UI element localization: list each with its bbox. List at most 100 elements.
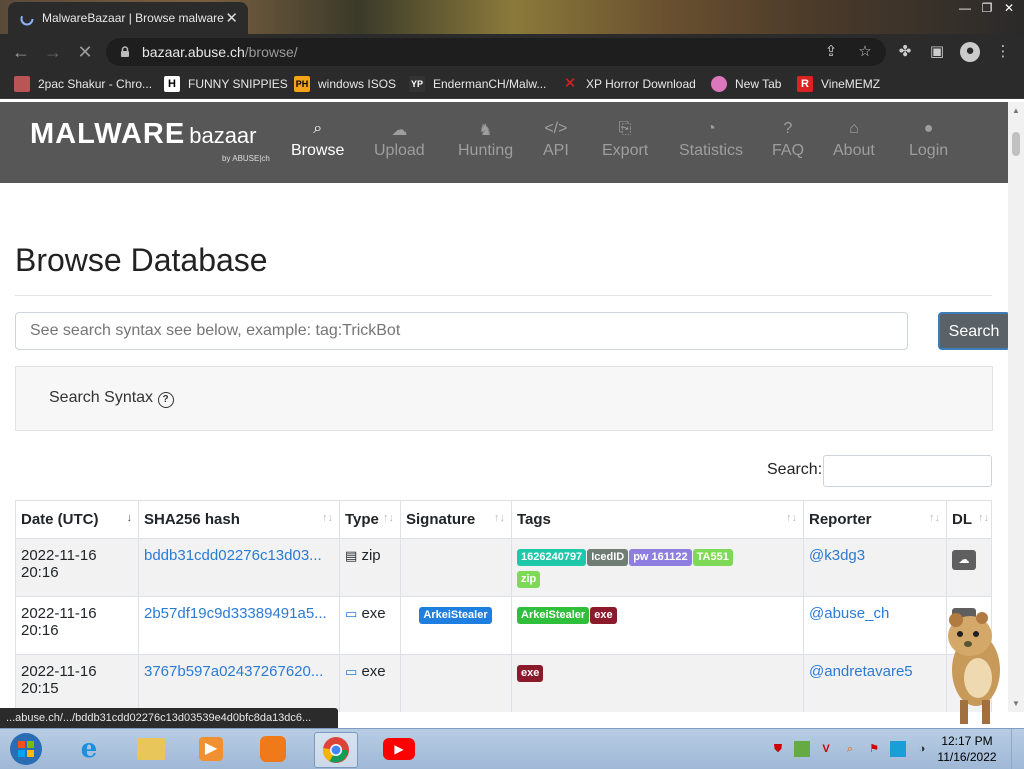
question-icon: ?: [783, 120, 793, 137]
table-row[interactable]: 2022-11-16 20:15 3767b597a02437267620... …: [15, 654, 992, 712]
forward-arrow-icon[interactable]: →: [42, 42, 64, 62]
column-header-signature[interactable]: Signature ↑↓: [400, 500, 512, 539]
taskbar-explorer[interactable]: [130, 732, 172, 766]
scroll-down-arrow-icon[interactable]: ▼: [1012, 699, 1020, 708]
type-text: zip: [361, 547, 381, 564]
share-icon[interactable]: ⇪: [822, 43, 840, 61]
bookmark-star-icon[interactable]: ☆: [856, 43, 874, 61]
back-arrow-icon[interactable]: ←: [10, 42, 32, 62]
bookmark-item[interactable]: New Tab: [711, 75, 781, 93]
side-panel-icon[interactable]: ▣: [928, 43, 946, 61]
minimize-icon[interactable]: —: [954, 0, 976, 16]
tags-cell: 1626240797 IcedID pw 161122 TA551 zip: [511, 538, 804, 597]
nav-about[interactable]: ⌂ About: [833, 120, 875, 160]
column-header-date[interactable]: Date (UTC) ↓: [15, 500, 139, 539]
youtube-icon: ▶: [383, 738, 415, 760]
search-syntax-panel[interactable]: Search Syntax ?: [15, 366, 993, 431]
tab-close-icon[interactable]: ✕: [225, 9, 238, 27]
maximize-icon[interactable]: ❐: [976, 0, 998, 16]
cloud-download-icon[interactable]: ☁: [952, 550, 976, 570]
flag-icon[interactable]: ⚑: [866, 741, 882, 757]
column-header-reporter[interactable]: Reporter ↑↓: [803, 500, 947, 539]
bookmark-item[interactable]: PH windows ISOS: [294, 75, 396, 93]
nav-browse[interactable]: ⌕ Browse: [291, 120, 344, 160]
tag-badge[interactable]: IcedID: [587, 549, 629, 566]
bookmark-item[interactable]: YP EndermanCH/Malw...: [409, 75, 546, 93]
menu-kebab-icon[interactable]: ⋮: [994, 43, 1012, 61]
column-header-dl[interactable]: DL ↑↓: [946, 500, 992, 539]
nav-login[interactable]: ● Login: [909, 120, 948, 160]
nav-hunting[interactable]: ♞ Hunting: [458, 120, 513, 160]
shield-icon[interactable]: ⛊: [770, 741, 786, 757]
column-header-tags[interactable]: Tags ↑↓: [511, 500, 804, 539]
browser-tab[interactable]: MalwareBazaar | Browse malware ✕: [8, 2, 248, 34]
column-header-sha256[interactable]: SHA256 hash ↑↓: [138, 500, 340, 539]
bookmark-item[interactable]: ✕ XP Horror Download: [562, 75, 696, 93]
nav-faq[interactable]: ? FAQ: [772, 120, 804, 160]
taskbar-chrome[interactable]: [314, 732, 358, 768]
nav-label: Upload: [374, 142, 425, 159]
hash-link[interactable]: 3767b597a02437267620...: [144, 663, 323, 680]
tray-app-icon[interactable]: [794, 741, 810, 757]
close-window-icon[interactable]: ✕: [998, 0, 1020, 16]
scroll-up-arrow-icon[interactable]: ▲: [1012, 106, 1020, 115]
export-icon: ⎘: [618, 120, 632, 137]
start-button[interactable]: [4, 732, 48, 766]
taskbar-internet-explorer[interactable]: e: [68, 732, 110, 766]
clock-date: 11/16/2022: [937, 750, 997, 764]
tag-badge[interactable]: exe: [590, 607, 617, 624]
page-scrollbar[interactable]: ▲ ▼: [1008, 102, 1024, 712]
sort-icon: ↑↓: [383, 512, 394, 524]
system-clock[interactable]: 12:17 PM 11/16/2022: [932, 733, 1002, 765]
scrollbar-thumb[interactable]: [1012, 132, 1020, 156]
reporter-link[interactable]: @andretavare5: [809, 663, 913, 680]
table-search-input[interactable]: [823, 455, 992, 487]
sort-desc-icon: ↓: [126, 512, 133, 524]
stop-loading-icon[interactable]: ✕: [74, 42, 96, 62]
network-icon[interactable]: [890, 741, 906, 757]
sort-icon: ↑↓: [494, 512, 505, 524]
signature-badge[interactable]: ArkeiStealer: [419, 607, 492, 624]
reporter-link[interactable]: @k3dg3: [809, 547, 865, 564]
reporter-cell: @abuse_ch: [803, 596, 947, 655]
site-logo[interactable]: MALWARE bazaar by ABUSE|ch: [30, 118, 270, 163]
nav-api[interactable]: </> API: [543, 120, 569, 160]
uc-browser-icon: [260, 736, 286, 762]
profile-avatar-icon[interactable]: ●: [960, 42, 980, 62]
tag-badge[interactable]: zip: [517, 571, 541, 588]
column-header-type[interactable]: Type ↑↓: [339, 500, 401, 539]
tag-badge[interactable]: TA551: [692, 549, 733, 566]
tray-search-icon[interactable]: ⌕: [842, 741, 858, 757]
address-bar[interactable]: bazaar.abuse.ch/browse/ ⇪ ☆: [106, 38, 886, 66]
taskbar-media-player[interactable]: ▶: [190, 732, 232, 766]
extensions-puzzle-icon[interactable]: ✤: [896, 43, 914, 61]
bookmark-item[interactable]: H FUNNY SNIPPIES: [164, 75, 288, 93]
taskbar-uc-browser[interactable]: [252, 732, 294, 766]
nav-upload[interactable]: ☁ Upload: [374, 120, 425, 160]
volume-icon[interactable]: ◑: [914, 741, 930, 757]
bookmark-item[interactable]: 2pac Shakur - Chro...: [14, 75, 152, 93]
table-row[interactable]: 2022-11-16 20:16 bddb31cdd02276c13d03... …: [15, 538, 992, 597]
nav-label: Export: [602, 142, 649, 159]
search-syntax-label: Search Syntax ?: [49, 389, 174, 408]
nav-statistics[interactable]: ◔ Statistics: [679, 120, 743, 160]
search-button[interactable]: Search: [938, 312, 1008, 350]
table-row[interactable]: 2022-11-16 20:16 2b57df19c9d33389491a5...…: [15, 596, 992, 655]
tag-badge[interactable]: 1626240797: [517, 549, 587, 566]
taskbar-youtube[interactable]: ▶: [378, 732, 420, 766]
tag-badge[interactable]: ArkeiStealer: [517, 607, 590, 624]
hamster-character[interactable]: [936, 600, 1008, 728]
time-text: 20:16: [21, 564, 59, 581]
bookmark-item[interactable]: R VineMEMZ: [797, 75, 880, 93]
hash-link[interactable]: bddb31cdd02276c13d03...: [144, 547, 322, 564]
show-desktop-button[interactable]: [1011, 729, 1024, 769]
reporter-link[interactable]: @abuse_ch: [809, 605, 889, 622]
nav-export[interactable]: ⎘ Export: [602, 120, 648, 160]
search-input[interactable]: [28, 313, 892, 349]
page-title: Browse Database: [15, 242, 268, 278]
tag-badge[interactable]: exe: [517, 665, 544, 682]
v-icon[interactable]: V: [818, 741, 834, 757]
tag-badge[interactable]: pw 161122: [629, 549, 692, 566]
hash-link[interactable]: 2b57df19c9d33389491a5...: [144, 605, 327, 622]
signature-cell: [400, 654, 512, 712]
